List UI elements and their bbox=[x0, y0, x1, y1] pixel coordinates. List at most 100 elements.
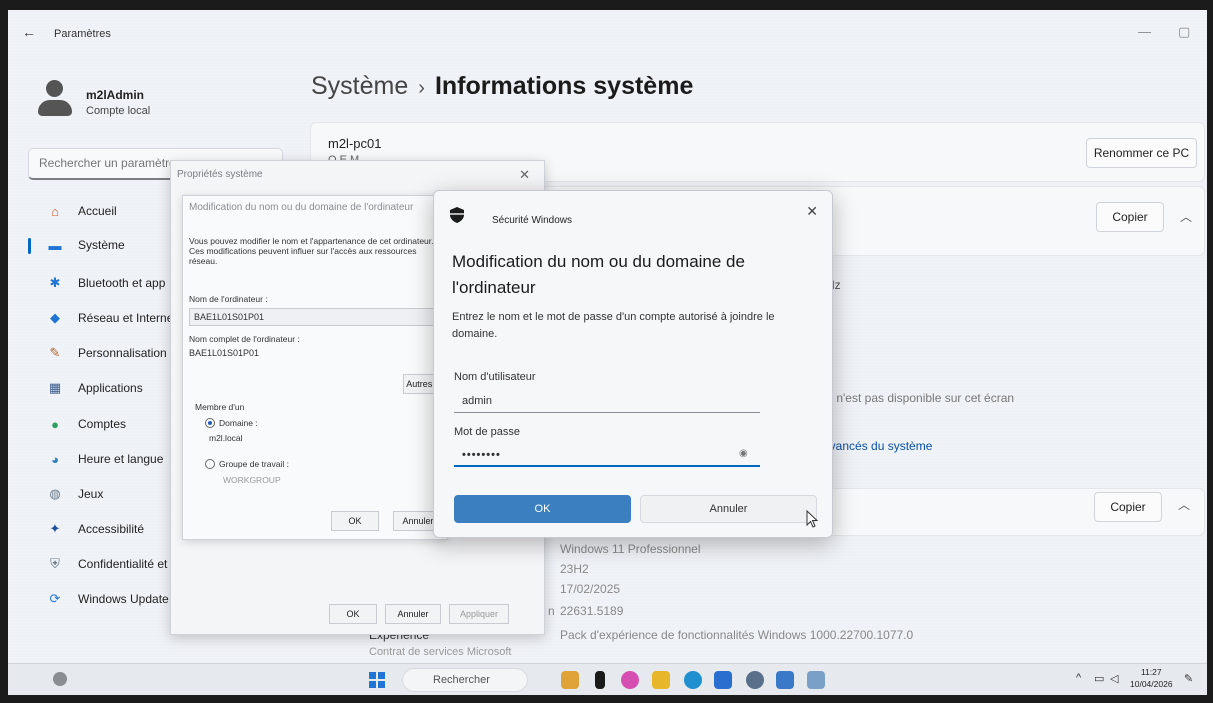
minimize-icon[interactable]: — bbox=[1138, 24, 1151, 39]
copilot-icon[interactable] bbox=[621, 671, 639, 689]
edge-icon[interactable] bbox=[684, 671, 702, 689]
username-label: Nom d'utilisateur bbox=[454, 371, 536, 383]
sidebar-item-label: Applications bbox=[78, 381, 143, 395]
clock-time: 11:27 bbox=[1140, 667, 1162, 677]
tray-chevron-icon[interactable]: ^ bbox=[1076, 672, 1081, 684]
chevron-up-icon[interactable]: ︿ bbox=[1180, 208, 1192, 225]
notifications-icon[interactable]: ✎ bbox=[1184, 672, 1193, 685]
password-input[interactable]: •••••••• bbox=[454, 443, 760, 467]
remote-desktop-icon[interactable] bbox=[776, 671, 794, 689]
sidebar-item-applications[interactable]: ▦ Applications bbox=[28, 373, 188, 403]
sidebar-item-bluetooth[interactable]: ✱ Bluetooth et app bbox=[28, 268, 188, 298]
domain-field[interactable]: m2l.local bbox=[209, 433, 243, 443]
sidebar-item-reseau[interactable]: ◆ Réseau et Interne bbox=[28, 303, 188, 333]
windows-security-cancel-button[interactable]: Annuler bbox=[640, 495, 817, 523]
sidebar-item-label: Accessibilité bbox=[78, 522, 145, 536]
services-agreement-link[interactable]: Contrat de services Microsoft bbox=[369, 646, 511, 658]
accessibility-icon: ✦ bbox=[49, 521, 61, 536]
accounts-icon: ● bbox=[51, 416, 59, 432]
taskbar: Rechercher ^ ▭ ◁ 11:27 10/04/2026 ✎ bbox=[8, 663, 1207, 695]
system-properties-ok-button[interactable]: OK bbox=[329, 604, 377, 624]
system-properties-apply-button[interactable]: Appliquer bbox=[449, 604, 509, 624]
network-tray-icon[interactable]: ▭ bbox=[1094, 672, 1104, 685]
sidebar-item-heure-langue[interactable]: ◕ Heure et langue bbox=[28, 444, 188, 474]
rename-pc-button[interactable]: Renommer ce PC bbox=[1086, 138, 1197, 168]
username-input[interactable] bbox=[454, 389, 760, 413]
home-icon: ⌂ bbox=[51, 203, 59, 219]
breadcrumb-parent[interactable]: Système bbox=[311, 72, 408, 100]
sidebar-item-accueil[interactable]: ⌂ Accueil bbox=[28, 196, 188, 226]
workgroup-label: Groupe de travail : bbox=[219, 459, 289, 469]
sidebar-item-label: Jeux bbox=[78, 487, 104, 501]
sidebar-item-label: Heure et langue bbox=[78, 452, 164, 466]
copy-windows-specs-button[interactable]: Copier bbox=[1094, 492, 1162, 522]
windows-security-dialog: Sécurité Windows ✕ Modification du nom o… bbox=[433, 190, 833, 538]
full-computer-name-label: Nom complet de l'ordinateur : bbox=[189, 334, 300, 344]
close-icon[interactable]: ✕ bbox=[519, 167, 530, 183]
sidebar-item-confidentialite[interactable]: ⛨ Confidentialité et bbox=[28, 549, 188, 579]
cat-app-icon[interactable] bbox=[561, 671, 579, 689]
computer-name-ok-button[interactable]: OK bbox=[331, 511, 379, 531]
back-arrow-icon[interactable]: ← bbox=[22, 24, 36, 40]
spec-version: 23H2 bbox=[560, 562, 589, 576]
windows-security-app-name: Sécurité Windows bbox=[492, 215, 573, 226]
network-icon: ◆ bbox=[50, 310, 60, 325]
sidebar-item-label: Bluetooth et app bbox=[78, 276, 166, 290]
sidebar-item-label: Comptes bbox=[78, 417, 127, 431]
time-language-icon: ◕ bbox=[51, 451, 59, 467]
l-app-icon[interactable] bbox=[595, 671, 605, 689]
sidebar-item-comptes[interactable]: ● Comptes bbox=[28, 409, 188, 439]
domain-radio[interactable] bbox=[205, 418, 215, 428]
system-properties-cancel-button[interactable]: Annuler bbox=[385, 604, 441, 624]
sidebar-item-label: Système bbox=[78, 238, 125, 252]
reveal-password-eye-icon[interactable]: ◉ bbox=[739, 448, 748, 459]
workgroup-field[interactable]: WORKGROUP bbox=[223, 475, 281, 485]
widgets-icon[interactable] bbox=[53, 672, 67, 686]
brush-icon: ✎ bbox=[49, 345, 61, 360]
password-label: Mot de passe bbox=[454, 426, 521, 438]
windows-update-icon: ⟳ bbox=[49, 591, 61, 606]
windows-security-description: Entrez le nom et le mot de passe d'un co… bbox=[452, 311, 775, 340]
profile-account-type: Compte local bbox=[86, 105, 151, 117]
full-computer-name-value: BAE1L01S01P01 bbox=[189, 348, 260, 358]
computer-name-changes-description: Vous pouvez modifier le nom et l'apparte… bbox=[189, 236, 434, 266]
sidebar-item-label: Réseau et Interne bbox=[78, 311, 174, 325]
sidebar-item-jeux[interactable]: ◍ Jeux bbox=[28, 479, 188, 509]
workgroup-radio[interactable] bbox=[205, 459, 215, 469]
computer-name-changes-title: Modification du nom ou du domaine de l'o… bbox=[189, 202, 414, 213]
start-windows-icon[interactable] bbox=[369, 672, 385, 688]
store-icon[interactable] bbox=[714, 671, 732, 689]
computer-name-field[interactable]: BAE1L01S01P01 bbox=[189, 308, 439, 326]
windows-security-ok-button[interactable]: OK bbox=[454, 495, 631, 523]
sidebar-item-label: Accueil bbox=[78, 204, 117, 218]
taskbar-search-label: Rechercher bbox=[433, 674, 490, 686]
apps-icon: ▦ bbox=[48, 380, 62, 395]
clock[interactable]: 11:27 10/04/2026 bbox=[1130, 666, 1173, 690]
system-icon: ▬ bbox=[48, 237, 62, 253]
spec-install-date: 17/02/2025 bbox=[560, 582, 621, 596]
pen-touch-info: et n'est pas disponible sur cet écran bbox=[823, 391, 1015, 405]
privacy-shield-icon: ⛨ bbox=[50, 556, 60, 571]
close-icon[interactable]: ✕ bbox=[806, 203, 818, 220]
restore-icon[interactable]: ▢ bbox=[1178, 24, 1190, 40]
clock-date: 10/04/2026 bbox=[1130, 679, 1173, 689]
games-icon: ◍ bbox=[49, 486, 61, 501]
notepad-icon[interactable] bbox=[807, 671, 825, 689]
sidebar-item-personnalisation[interactable]: ✎ Personnalisation bbox=[28, 338, 188, 368]
settings-gear-icon[interactable] bbox=[746, 671, 764, 689]
taskbar-search-box[interactable]: Rechercher bbox=[402, 668, 528, 692]
sidebar-item-label: Personnalisation bbox=[78, 346, 167, 360]
page-title: Système › Informations système bbox=[311, 72, 693, 101]
system-properties-title: Propriétés système bbox=[177, 169, 263, 180]
sidebar-item-accessibilite[interactable]: ✦ Accessibilité bbox=[28, 514, 188, 544]
volume-tray-icon[interactable]: ◁ bbox=[1110, 672, 1118, 685]
sidebar-item-systeme[interactable]: ▬ Système bbox=[28, 230, 188, 260]
breadcrumb-separator: › bbox=[418, 77, 425, 99]
file-explorer-icon[interactable] bbox=[652, 671, 670, 689]
spec-label-fragment: n bbox=[548, 604, 555, 618]
copy-device-specs-button[interactable]: Copier bbox=[1096, 202, 1164, 232]
spec-edition: Windows 11 Professionnel bbox=[560, 542, 701, 556]
advanced-system-settings-link[interactable]: avancés du système bbox=[823, 439, 932, 453]
chevron-up-icon[interactable]: ︿ bbox=[1178, 496, 1190, 513]
sidebar-item-windows-update[interactable]: ⟳ Windows Update bbox=[28, 584, 188, 614]
